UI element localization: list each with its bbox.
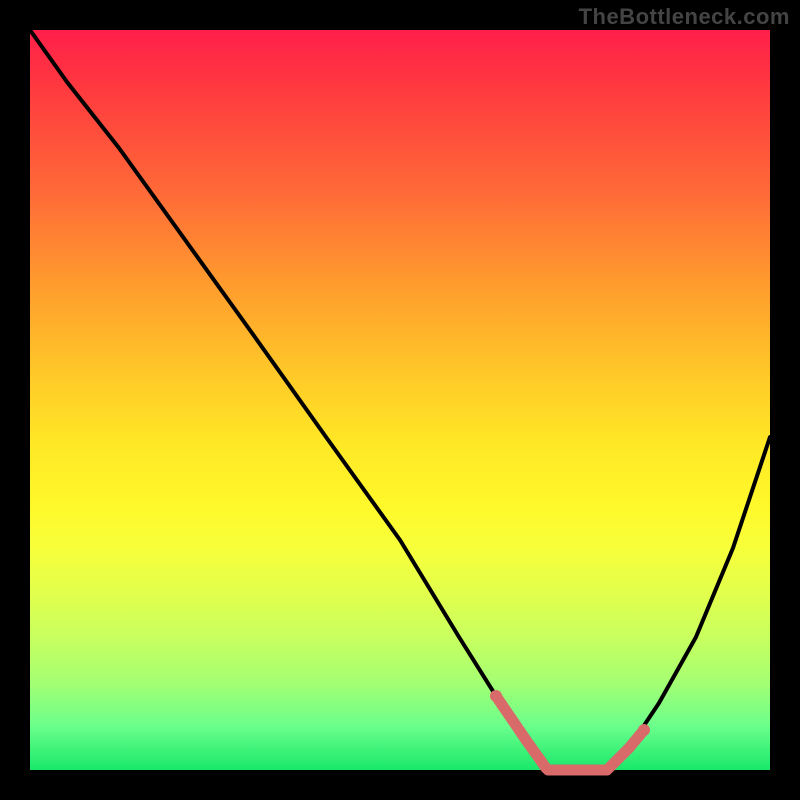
curve-path	[30, 30, 770, 770]
chart-frame: TheBottleneck.com	[0, 0, 800, 800]
highlight-dot-right	[638, 724, 650, 736]
highlight-dot-left	[490, 690, 502, 702]
watermark-text: TheBottleneck.com	[579, 4, 790, 30]
highlight-left	[496, 696, 546, 768]
highlight-right	[609, 730, 644, 768]
bottleneck-curve	[30, 30, 770, 770]
plot-area	[30, 30, 770, 770]
